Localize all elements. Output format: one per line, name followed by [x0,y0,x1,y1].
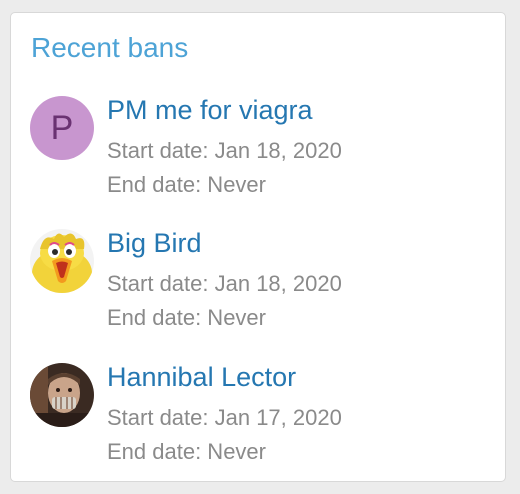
avatar[interactable] [30,363,94,427]
big-bird-avatar-image [30,229,94,293]
avatar[interactable] [30,229,94,293]
user-link[interactable]: Hannibal Lector [107,360,296,394]
start-date: Start date: Jan 17, 2020 [107,405,342,430]
list-item: Hannibal Lector Start date: Jan 17, 2020… [11,360,505,480]
start-date: Start date: Jan 18, 2020 [107,271,342,296]
list-item: Big Bird Start date: Jan 18, 2020 End da… [11,226,505,346]
end-date: End date: Never [107,172,266,197]
end-date: End date: Never [107,439,266,464]
recent-bans-widget: Recent bans P PM me for viagra Start dat… [10,12,506,482]
user-link[interactable]: Big Bird [107,226,202,260]
user-link[interactable]: PM me for viagra [107,93,313,127]
start-date: Start date: Jan 18, 2020 [107,138,342,163]
end-date: End date: Never [107,305,266,330]
avatar[interactable]: P [30,96,94,160]
ban-list: P PM me for viagra Start date: Jan 18, 2… [11,13,505,481]
hannibal-lector-avatar-image [30,363,94,427]
list-item: P PM me for viagra Start date: Jan 18, 2… [11,93,505,213]
